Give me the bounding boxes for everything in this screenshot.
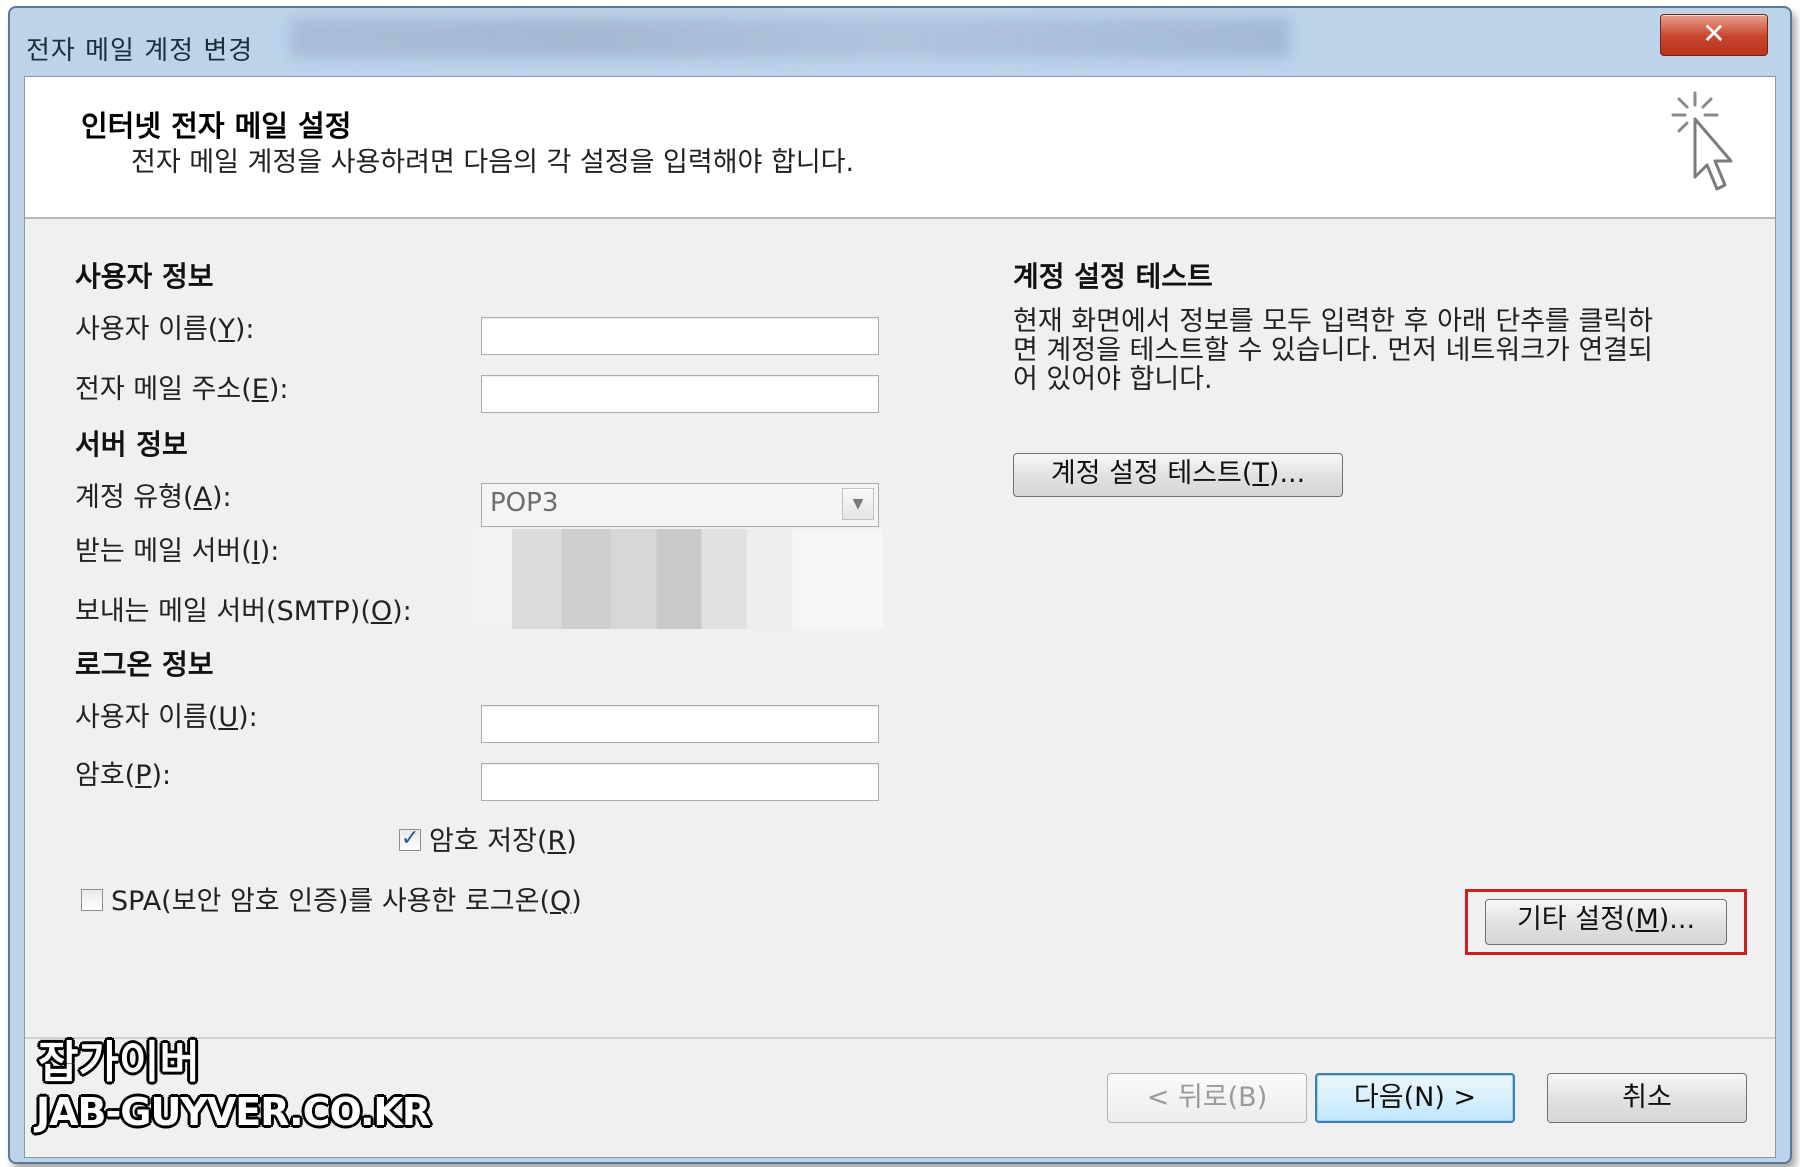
spa-label: SPA(보안 암호 인증)를 사용한 로그온(Q) xyxy=(111,886,582,917)
back-button[interactable]: < 뒤로(B) xyxy=(1107,1073,1307,1123)
dialog-window: 전자 메일 계정 변경 ✕ 인터넷 전자 메일 설정 전자 메일 계정을 사용하… xyxy=(8,6,1792,1164)
page-description: 전자 메일 계정을 사용하려면 다음의 각 설정을 입력해야 합니다. xyxy=(131,147,855,178)
server-info-title: 서버 정보 xyxy=(75,428,188,461)
account-type-label: 계정 유형(A): xyxy=(75,482,232,513)
email-address-input[interactable] xyxy=(481,375,879,413)
email-address-label: 전자 메일 주소(E): xyxy=(75,374,289,405)
user-info-title: 사용자 정보 xyxy=(75,260,214,293)
close-button[interactable]: ✕ xyxy=(1660,14,1768,56)
remember-password-checkbox[interactable] xyxy=(399,826,421,851)
outgoing-server-input-redacted[interactable] xyxy=(471,577,883,629)
account-type-value: POP3 xyxy=(490,488,559,518)
user-name-input[interactable] xyxy=(481,317,879,355)
footer-divider xyxy=(25,1037,1775,1039)
incoming-server-input-redacted[interactable] xyxy=(471,529,883,577)
cancel-button[interactable]: 취소 xyxy=(1547,1073,1747,1123)
close-icon: ✕ xyxy=(1702,17,1726,50)
test-account-button[interactable]: 계정 설정 테스트(T)... xyxy=(1013,453,1343,497)
logon-username-label: 사용자 이름(U): xyxy=(75,702,258,733)
header-band: 인터넷 전자 메일 설정 전자 메일 계정을 사용하려면 다음의 각 설정을 입… xyxy=(25,77,1775,219)
page-title: 인터넷 전자 메일 설정 xyxy=(81,109,352,143)
password-input[interactable] xyxy=(481,763,879,801)
watermark-url: JAB-GUYVER.CO.KR xyxy=(36,1090,431,1134)
dialog-content: 인터넷 전자 메일 설정 전자 메일 계정을 사용하려면 다음의 각 설정을 입… xyxy=(24,76,1776,1158)
next-button[interactable]: 다음(N) > xyxy=(1315,1073,1515,1123)
remember-password-label: 암호 저장(R) xyxy=(429,826,577,857)
chevron-down-icon[interactable]: ▼ xyxy=(842,488,874,520)
spa-checkbox[interactable] xyxy=(81,889,103,911)
password-label: 암호(P): xyxy=(75,760,172,791)
test-description: 현재 화면에서 정보를 모두 입력한 후 아래 단추를 클릭하 면 계정을 테스… xyxy=(1013,306,1653,395)
logon-info-title: 로그온 정보 xyxy=(75,648,214,681)
account-type-select[interactable]: POP3 ▼ xyxy=(481,483,879,527)
user-name-label: 사용자 이름(Y): xyxy=(75,314,255,345)
outgoing-server-label: 보내는 메일 서버(SMTP)(O): xyxy=(75,596,412,627)
cursor-sparkle-icon xyxy=(1671,91,1733,191)
incoming-server-label: 받는 메일 서버(I): xyxy=(75,536,280,567)
watermark-korean: 잡가이버 xyxy=(38,1037,200,1088)
logon-username-input[interactable] xyxy=(481,705,879,743)
window-title: 전자 메일 계정 변경 xyxy=(26,36,254,66)
more-settings-button[interactable]: 기타 설정(M)... xyxy=(1485,899,1727,945)
titlebar-background xyxy=(290,18,1290,58)
test-section-title: 계정 설정 테스트 xyxy=(1013,260,1213,293)
